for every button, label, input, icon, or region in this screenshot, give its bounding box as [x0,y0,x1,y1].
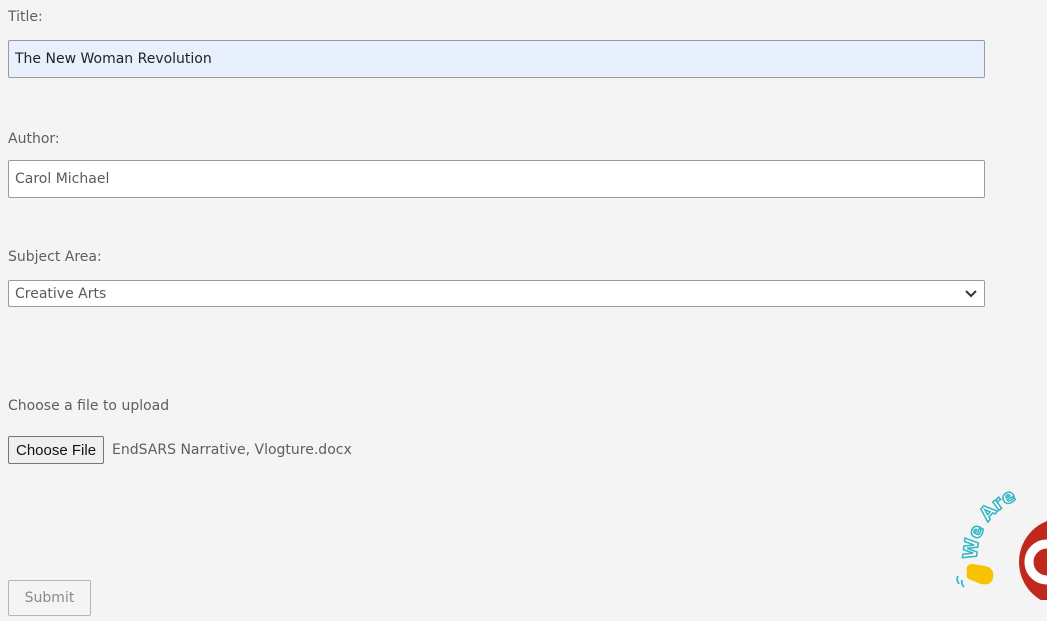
choose-file-button[interactable]: Choose File [8,436,105,464]
chat-widget[interactable]: We Are [955,480,1047,603]
file-input[interactable]: Choose File EndSARS Narrative, Vlogture.… [8,436,352,464]
subject-area-label: Subject Area: [8,249,102,265]
chevron-down-icon [964,287,978,301]
waving-hand-icon [956,564,994,588]
subject-area-select[interactable]: Creative Arts [8,280,985,307]
submit-button[interactable]: Submit [8,580,91,616]
chat-banner-text: We Are [959,484,1019,560]
upload-form-page: Title: Author: Subject Area: Creative Ar… [0,0,1047,621]
author-label: Author: [8,131,60,147]
selected-file-name: EndSARS Narrative, Vlogture.docx [112,442,352,458]
file-upload-label: Choose a file to upload [8,398,170,414]
chat-widget-graphic: We Are [956,484,1047,603]
subject-area-selected-value: Creative Arts [15,285,107,302]
author-input[interactable] [8,160,985,198]
title-input[interactable] [8,40,985,78]
title-label: Title: [8,9,43,25]
